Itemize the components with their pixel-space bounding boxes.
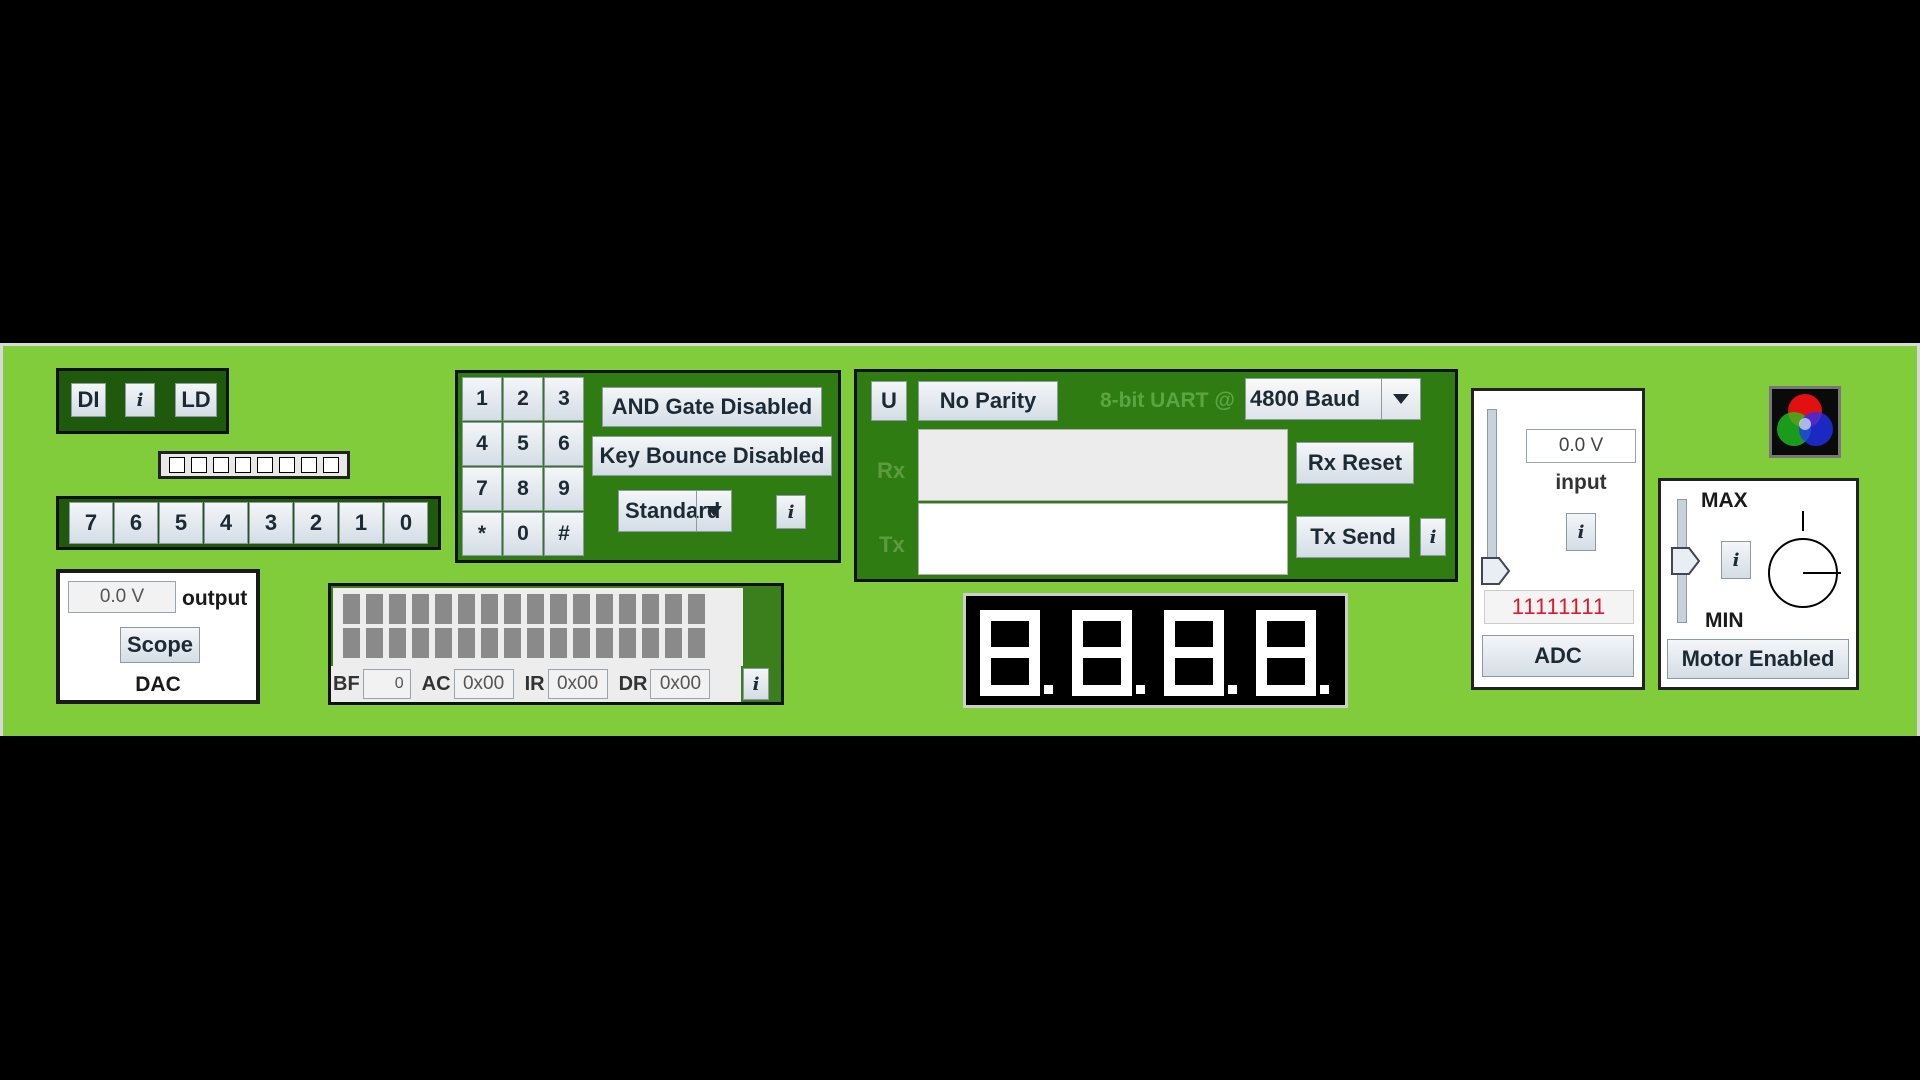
motor-panel: MAX i MIN Motor Enabled [1658, 478, 1859, 690]
io-control-panel: DI i LD [56, 368, 229, 434]
keypad-panel: 1 2 3 4 5 6 7 8 9 * 0 # AND Gate Disable… [455, 370, 841, 563]
key-6[interactable]: 6 [544, 422, 584, 466]
switch-4[interactable]: 4 [204, 502, 248, 544]
switch-panel: 7 6 5 4 3 2 1 0 [56, 496, 441, 550]
switch-7[interactable]: 7 [69, 502, 113, 544]
led-2 [279, 457, 295, 473]
switch-6[interactable]: 6 [114, 502, 158, 544]
key-bounce-button[interactable]: Key Bounce Disabled [592, 436, 832, 476]
dac-value-field: 0.0 V [68, 581, 176, 613]
uart-info-button[interactable]: i [1420, 518, 1446, 556]
key-2[interactable]: 2 [503, 377, 543, 421]
adc-button[interactable]: ADC [1482, 635, 1634, 677]
rx-reset-button[interactable]: Rx Reset [1296, 442, 1414, 484]
rgb-led-icon [1769, 386, 1841, 458]
lcd-screen [333, 588, 743, 666]
keypad-grid: 1 2 3 4 5 6 7 8 9 * 0 # [462, 377, 586, 557]
chevron-down-icon [696, 491, 731, 531]
keypad-info-button[interactable]: i [776, 495, 806, 529]
chevron-down-icon [1381, 379, 1420, 419]
switch-1[interactable]: 1 [339, 502, 383, 544]
rx-label: Rx [877, 458, 906, 483]
led-4 [235, 457, 251, 473]
rx-display [918, 429, 1288, 501]
dac-output-label: output [182, 587, 248, 610]
motor-min-label: MIN [1705, 609, 1744, 632]
ac-label: AC [421, 672, 451, 695]
io-info-button[interactable]: i [125, 383, 155, 417]
tx-send-button[interactable]: Tx Send [1296, 516, 1410, 558]
ld-button[interactable]: LD [175, 383, 217, 417]
adc-input-label: input [1555, 471, 1607, 494]
key-7[interactable]: 7 [462, 467, 502, 511]
led-bar [158, 451, 350, 479]
lcd-info-button[interactable]: i [743, 668, 769, 700]
led-0 [323, 457, 339, 473]
key-5[interactable]: 5 [503, 422, 543, 466]
key-4[interactable]: 4 [462, 422, 502, 466]
key-0[interactable]: 0 [503, 512, 543, 556]
bf-value: 0 [362, 669, 411, 699]
motor-enabled-button[interactable]: Motor Enabled [1667, 639, 1849, 679]
adc-slider-track[interactable] [1487, 409, 1497, 577]
uart-title: 8-bit UART @ [1100, 389, 1235, 412]
led-7 [169, 457, 185, 473]
uart-u-button[interactable]: U [871, 381, 907, 421]
switch-3[interactable]: 3 [249, 502, 293, 544]
di-button[interactable]: DI [71, 383, 106, 417]
simulator-board: DI i LD 7 6 5 4 3 2 1 0 0.0 V output Sco… [0, 343, 1920, 736]
baud-value: 4800 Baud [1250, 386, 1361, 411]
tx-input[interactable] [918, 503, 1288, 575]
adc-panel: 0.0 V input i 11111111 ADC [1471, 388, 1645, 690]
ir-label: IR [524, 672, 545, 695]
seven-segment-digits [980, 610, 1329, 696]
key-9[interactable]: 9 [544, 467, 584, 511]
dac-title: DAC [135, 673, 181, 696]
lcd-panel: BF 0 AC 0x00 IR 0x00 DR 0x00 i [328, 583, 784, 705]
adc-binary-display: 11111111 [1484, 590, 1634, 624]
led-1 [301, 457, 317, 473]
tx-label: Tx [879, 532, 905, 557]
motor-info-button[interactable]: i [1721, 541, 1751, 579]
adc-value-field: 0.0 V [1526, 429, 1636, 463]
baud-select[interactable]: 4800 Baud [1245, 378, 1421, 420]
key-8[interactable]: 8 [503, 467, 543, 511]
motor-max-label: MAX [1701, 489, 1748, 512]
dac-panel: 0.0 V output Scope DAC [56, 569, 260, 704]
led-5 [213, 457, 229, 473]
dr-label: DR [618, 672, 648, 695]
key-star[interactable]: * [462, 512, 502, 556]
led-3 [257, 457, 273, 473]
ac-value: 0x00 [453, 669, 514, 699]
motor-dial-icon [1765, 511, 1841, 614]
led-6 [191, 457, 207, 473]
scope-button[interactable]: Scope [120, 627, 200, 663]
adc-info-button[interactable]: i [1566, 513, 1596, 551]
slider-thumb-icon[interactable] [1481, 557, 1511, 590]
and-gate-button[interactable]: AND Gate Disabled [602, 387, 822, 427]
lcd-register-row: BF 0 AC 0x00 IR 0x00 DR 0x00 [331, 666, 741, 702]
seven-segment-display [963, 593, 1348, 708]
parity-button[interactable]: No Parity [918, 381, 1058, 421]
dr-value: 0x00 [650, 669, 711, 699]
ir-value: 0x00 [547, 669, 608, 699]
bf-label: BF [333, 672, 360, 695]
switch-0[interactable]: 0 [384, 502, 428, 544]
key-hash[interactable]: # [544, 512, 584, 556]
switch-5[interactable]: 5 [159, 502, 203, 544]
key-3[interactable]: 3 [544, 377, 584, 421]
uart-panel: U No Parity 8-bit UART @ 4800 Baud Rx Tx… [854, 369, 1458, 582]
keypad-mode-select[interactable]: Standard [618, 490, 732, 532]
switch-2[interactable]: 2 [294, 502, 338, 544]
slider-thumb-icon[interactable] [1671, 547, 1701, 580]
key-1[interactable]: 1 [462, 377, 502, 421]
